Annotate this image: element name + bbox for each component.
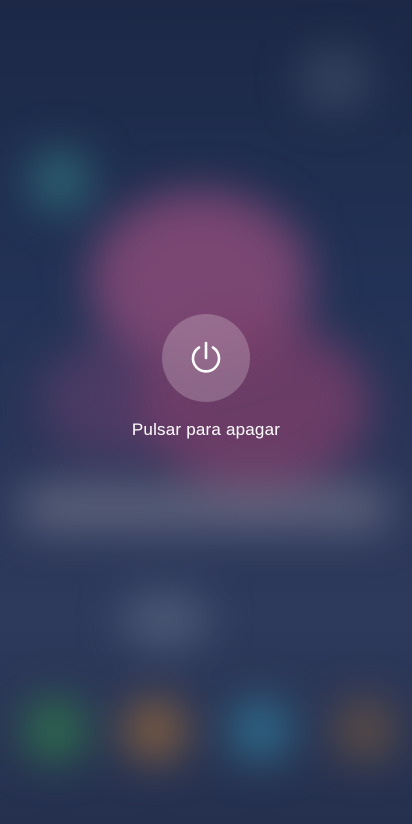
blurred-dock-icon-1 xyxy=(25,700,85,760)
power-off-screen: Pulsar para apagar xyxy=(0,0,412,824)
power-icon xyxy=(191,341,221,373)
power-off-label: Pulsar para apagar xyxy=(131,420,281,439)
blurred-dock-icon-4 xyxy=(335,700,395,760)
blurred-page-indicator xyxy=(120,590,210,650)
blurred-icon-gray xyxy=(300,50,370,110)
blurred-dock-icon-3 xyxy=(230,700,290,760)
power-off-control: Pulsar para apagar xyxy=(0,314,412,440)
blurred-search-bar xyxy=(20,485,390,530)
power-off-button[interactable] xyxy=(162,314,250,402)
blurred-dock-icon-2 xyxy=(125,700,185,760)
blurred-icon-teal xyxy=(30,150,90,210)
